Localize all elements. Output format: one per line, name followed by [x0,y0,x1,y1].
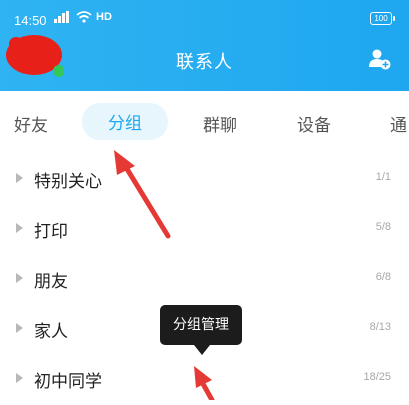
group-manage-tooltip[interactable]: 分组管理 [160,305,242,355]
tab-devices[interactable]: 设备 [297,111,331,136]
battery-icon: 100 [370,12,395,25]
expand-arrow-icon [16,323,23,333]
app-header: 14:50 HD 100 联系人 [0,0,409,91]
tab-groups[interactable]: 分组 [82,103,168,140]
group-count: 5/8 [375,221,391,233]
list-item[interactable]: 初中同学 18/25 [0,355,409,405]
group-name: 家人 [34,322,68,342]
expand-arrow-icon [16,373,23,383]
group-name: 朋友 [34,272,68,292]
add-contact-icon[interactable] [369,48,391,70]
group-count: 1/1 [375,171,391,183]
group-count: 6/8 [375,271,391,283]
expand-arrow-icon [16,273,23,283]
expand-arrow-icon [16,223,23,233]
group-name: 特别关心 [34,172,102,192]
status-time: 14:50 [14,13,47,28]
group-name: 打印 [34,222,68,242]
tab-friends[interactable]: 好友 [14,111,48,136]
status-icons: HD [54,11,112,23]
group-name: 初中同学 [34,372,102,392]
tab-group-chats[interactable]: 群聊 [203,111,237,136]
group-count: 18/25 [363,371,391,383]
expand-arrow-icon [16,173,23,183]
tab-more[interactable]: 通 [390,111,407,136]
list-item[interactable]: 朋友 6/8 [0,255,409,305]
list-item[interactable]: 打印 5/8 [0,205,409,255]
wifi-icon [76,11,92,23]
signal-icon [54,11,69,23]
network-hd-label: HD [96,11,112,23]
list-item[interactable]: 特别关心 1/1 [0,155,409,205]
tab-bar: 好友 分组 群聊 设备 通 [0,91,409,153]
group-count: 8/13 [369,321,391,333]
page-title: 联系人 [176,52,233,73]
